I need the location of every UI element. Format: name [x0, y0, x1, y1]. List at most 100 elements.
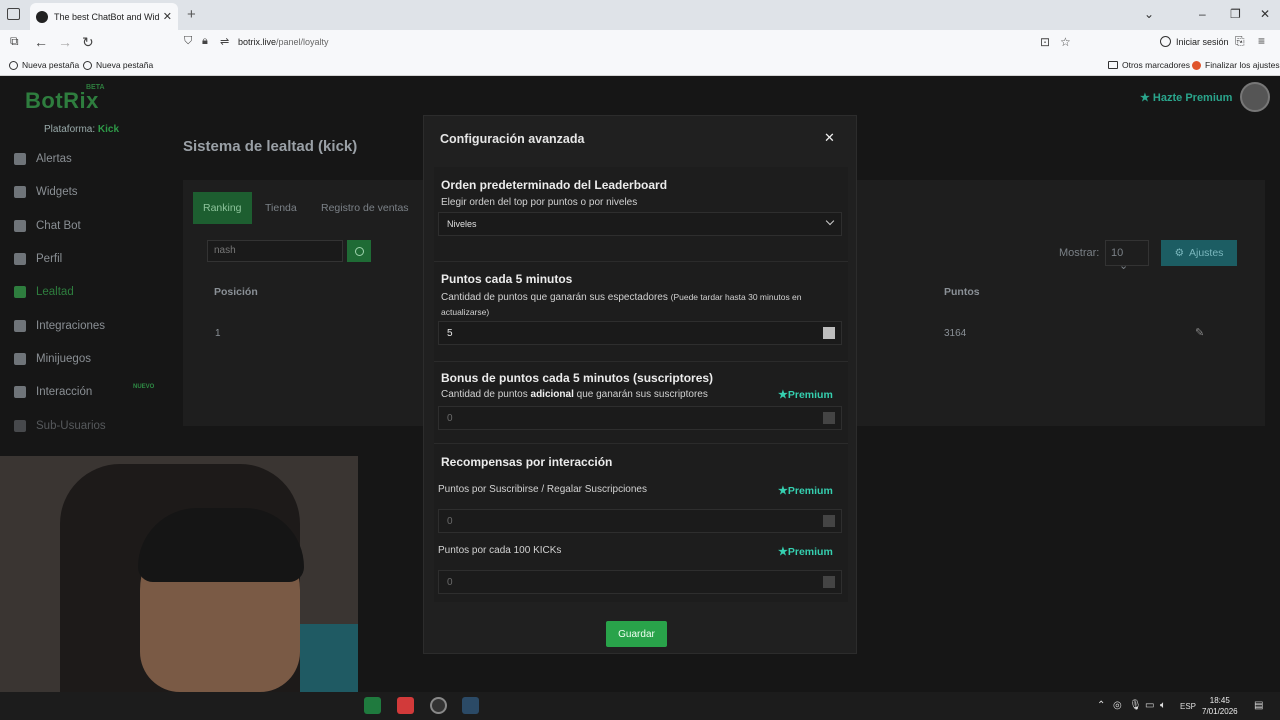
- leaderboard-order-select[interactable]: Niveles: [438, 212, 842, 236]
- terminal-app-icon[interactable]: [462, 697, 479, 714]
- section-desc: Cantidad de puntos adicional que ganarán…: [441, 389, 708, 400]
- signin-label: Iniciar sesión: [1176, 36, 1229, 47]
- section-desc: Elegir orden del top por puntos o por ni…: [441, 197, 638, 208]
- globe-icon: [83, 60, 92, 70]
- column-header-posicion[interactable]: Posición: [214, 286, 258, 298]
- address-bar[interactable]: ⛉ 🔒︎ ⇌ botrix.live/panel/loyalty ⊡ ☆: [178, 33, 1074, 53]
- page-title: Sistema de lealtad (kick): [183, 138, 358, 155]
- excel-icon[interactable]: [364, 697, 381, 714]
- bookmarks-bar: Nueva pestaña Nueva pestaña Otros marcad…: [0, 56, 1280, 76]
- minimize-icon[interactable]: –: [1199, 7, 1206, 21]
- star-icon: ★: [778, 485, 788, 497]
- sidebar-item-minijuegos[interactable]: Minijuegos: [14, 350, 174, 368]
- sidebar-item-widgets[interactable]: Widgets: [14, 183, 174, 201]
- sidebar-item-chatbot[interactable]: Chat Bot: [14, 217, 174, 235]
- browser-nav-bar: ⧉ ← → ↻ ⛉ 🔒︎ ⇌ botrix.live/panel/loyalty…: [0, 30, 1280, 56]
- forward-icon[interactable]: →: [58, 34, 72, 50]
- close-tab-icon[interactable]: ✕: [163, 10, 172, 23]
- tab-list-icon[interactable]: [7, 8, 20, 20]
- subscription-points-input[interactable]: 0: [438, 509, 842, 533]
- close-window-icon[interactable]: ✕: [1260, 7, 1270, 21]
- url-path: /panel/loyalty: [276, 37, 329, 47]
- spinner-icon: [823, 412, 835, 424]
- tab-overflow-chevron-icon[interactable]: ⌄: [1144, 7, 1154, 21]
- webcam-wall: [300, 624, 358, 692]
- nuevo-badge: NUEVO: [133, 384, 155, 390]
- section-title: Orden predeterminado del Leaderboard: [441, 178, 668, 192]
- globe-icon: [9, 60, 18, 70]
- puzzle-icon: [14, 320, 26, 332]
- tray-chevron-icon[interactable]: ⌃: [1097, 700, 1105, 711]
- finish-settings-link[interactable]: Finalizar los ajustes: [1192, 60, 1280, 70]
- recorder-app-icon[interactable]: [397, 697, 414, 714]
- menu-icon[interactable]: ≡: [1258, 34, 1265, 48]
- lock-icon[interactable]: 🔒︎: [202, 35, 208, 48]
- widgets-icon: [14, 186, 26, 198]
- bell-icon: [14, 153, 26, 165]
- edit-pencil-icon[interactable]: ✎: [1195, 326, 1204, 339]
- premium-badge[interactable]: ★Premium: [778, 388, 833, 401]
- tab-tienda[interactable]: Tienda: [255, 192, 307, 224]
- sidebar-toggle-icon[interactable]: ⧉: [10, 34, 19, 49]
- premium-badge[interactable]: ★Premium: [778, 545, 833, 558]
- bookmark-item[interactable]: Nueva pestaña: [83, 60, 153, 70]
- avatar[interactable]: [1240, 82, 1270, 112]
- microphone-icon[interactable]: 🎙︎: [1129, 700, 1142, 711]
- folder-icon: [1108, 61, 1118, 69]
- id-card-icon: [14, 253, 26, 265]
- obs-icon[interactable]: [430, 697, 447, 714]
- close-icon[interactable]: ✕: [824, 130, 835, 146]
- other-bookmarks[interactable]: Otros marcadores: [1108, 60, 1190, 70]
- search-button[interactable]: [347, 240, 371, 262]
- webcam-person-hair: [138, 508, 304, 582]
- settings-button[interactable]: ⚙ Ajustes: [1161, 240, 1237, 266]
- browser-tab[interactable]: The best ChatBot and Widgets f ✕: [30, 3, 178, 30]
- restore-icon[interactable]: ❐: [1230, 7, 1241, 21]
- hazte-premium-link[interactable]: ★ Hazte Premium: [1140, 91, 1232, 104]
- clock[interactable]: 18:45 7/01/2026: [1202, 695, 1238, 717]
- points-per-5min-input[interactable]: 5: [438, 321, 842, 345]
- row-position: 1: [215, 328, 221, 339]
- bookmark-item[interactable]: Nueva pestaña: [9, 60, 79, 70]
- advanced-settings-modal: Configuración avanzada ✕ Orden predeterm…: [423, 115, 857, 654]
- browser-tab-bar: The best ChatBot and Widgets f ✕ + ⌄ – ❐…: [0, 0, 1280, 30]
- kicks-points-input[interactable]: 0: [438, 570, 842, 594]
- notifications-icon[interactable]: ▤: [1254, 700, 1263, 711]
- bonus-points-input[interactable]: 0: [438, 406, 842, 430]
- page-size-select[interactable]: 10 ⌄: [1105, 240, 1149, 272]
- spinner-icon: [823, 576, 835, 588]
- tab-ranking[interactable]: Ranking: [193, 192, 252, 224]
- sidebar-item-lealtad[interactable]: Lealtad: [14, 283, 174, 301]
- sidebar-item-subusuarios[interactable]: Sub-Usuarios: [14, 417, 174, 435]
- network-icon[interactable]: ▭: [1145, 700, 1154, 711]
- permissions-icon[interactable]: ⇌: [220, 35, 229, 48]
- sidebar-item-alertas[interactable]: Alertas: [14, 150, 174, 168]
- spinner-icon[interactable]: [823, 327, 835, 339]
- bookmark-star-icon[interactable]: ☆: [1060, 35, 1071, 49]
- volume-icon[interactable]: 🔈︎: [1160, 700, 1166, 711]
- shield-icon[interactable]: ⛉: [184, 35, 192, 48]
- column-header-puntos[interactable]: Puntos: [944, 286, 980, 298]
- install-app-icon[interactable]: ⊡: [1040, 35, 1050, 49]
- site-favicon-icon: [36, 10, 48, 23]
- save-button[interactable]: Guardar: [606, 621, 667, 647]
- star-icon: ★: [778, 546, 788, 558]
- tray-app-icon[interactable]: ◎: [1113, 700, 1122, 711]
- platform-indicator: Plataforma: Kick: [44, 124, 120, 135]
- premium-badge[interactable]: ★Premium: [778, 484, 833, 497]
- signin-button[interactable]: Iniciar sesión: [1160, 36, 1229, 47]
- sidebar-item-perfil[interactable]: Perfil: [14, 250, 174, 268]
- show-label: Mostrar:: [1059, 247, 1100, 259]
- new-tab-icon[interactable]: +: [187, 6, 196, 23]
- star-icon: ★: [778, 389, 788, 401]
- extensions-icon[interactable]: ⎘: [1235, 34, 1245, 49]
- back-icon[interactable]: ←: [34, 34, 48, 50]
- logo[interactable]: BotRix: [25, 88, 99, 114]
- search-icon: [354, 246, 364, 256]
- music-icon: [14, 386, 26, 398]
- sidebar-item-integraciones[interactable]: Integraciones: [14, 317, 174, 335]
- tab-registro-ventas[interactable]: Registro de ventas: [311, 192, 419, 224]
- reload-icon[interactable]: ↻: [82, 34, 94, 51]
- language-indicator[interactable]: ESP: [1180, 702, 1196, 711]
- search-input[interactable]: nash: [207, 240, 343, 262]
